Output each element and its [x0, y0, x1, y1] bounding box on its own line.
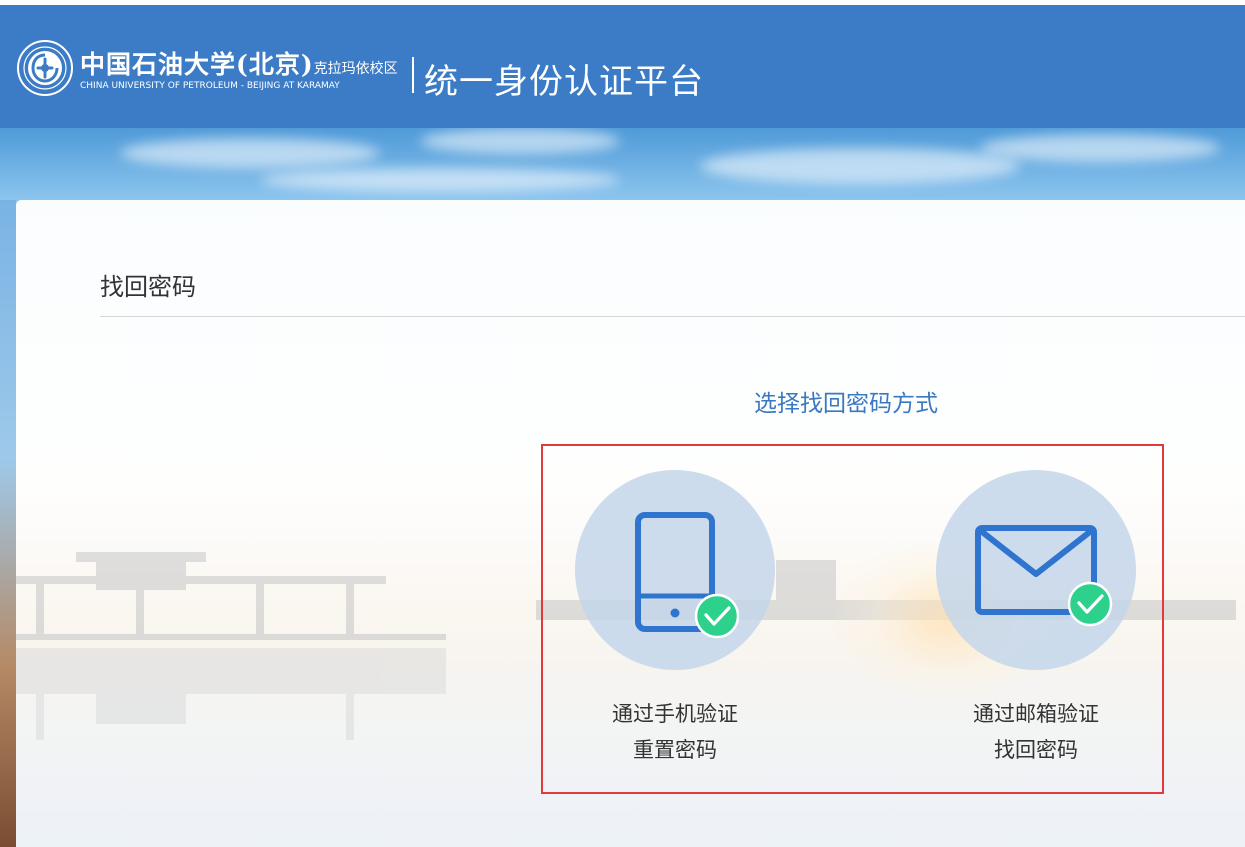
top-header: 中国石油大学(北京)克拉玛依校区 CHINA UNIVERSITY OF PET…: [0, 0, 1245, 128]
header-divider: [412, 57, 414, 93]
recovery-options-group: 通过手机验证 重置密码 通过邮箱验证 找回密码: [541, 444, 1164, 794]
university-name-cn: 中国石油大学(北京)克拉玛依校区: [80, 50, 398, 79]
phone-option-sublabel[interactable]: 重置密码: [555, 734, 795, 764]
university-name-en: CHINA UNIVERSITY OF PETROLEUM - BEIJING …: [80, 81, 340, 91]
choose-method-label: 选择找回密码方式: [754, 391, 938, 417]
title-divider: [100, 316, 1245, 317]
email-recovery-option[interactable]: 通过邮箱验证 找回密码: [916, 470, 1156, 770]
campus-name-cn: 克拉玛依校区: [313, 61, 398, 77]
phone-option-label[interactable]: 通过手机验证: [555, 698, 795, 728]
phone-option-circle[interactable]: [575, 470, 775, 670]
page-title: 找回密码: [100, 273, 196, 301]
mobile-phone-check-icon: [635, 512, 740, 639]
university-seal-logo: [17, 40, 73, 96]
email-option-circle[interactable]: [936, 470, 1136, 670]
platform-title: 统一身份认证平台: [424, 62, 704, 102]
envelope-check-icon: [975, 525, 1113, 627]
password-recovery-panel: 找回密码 选择找回密码方式 通过手机验证 重置密码 通过邮箱验证 找回密码: [16, 200, 1245, 847]
email-option-sublabel[interactable]: 找回密码: [916, 734, 1156, 764]
background-edge: [0, 200, 16, 847]
email-option-label[interactable]: 通过邮箱验证: [916, 698, 1156, 728]
phone-recovery-option[interactable]: 通过手机验证 重置密码: [555, 470, 795, 770]
